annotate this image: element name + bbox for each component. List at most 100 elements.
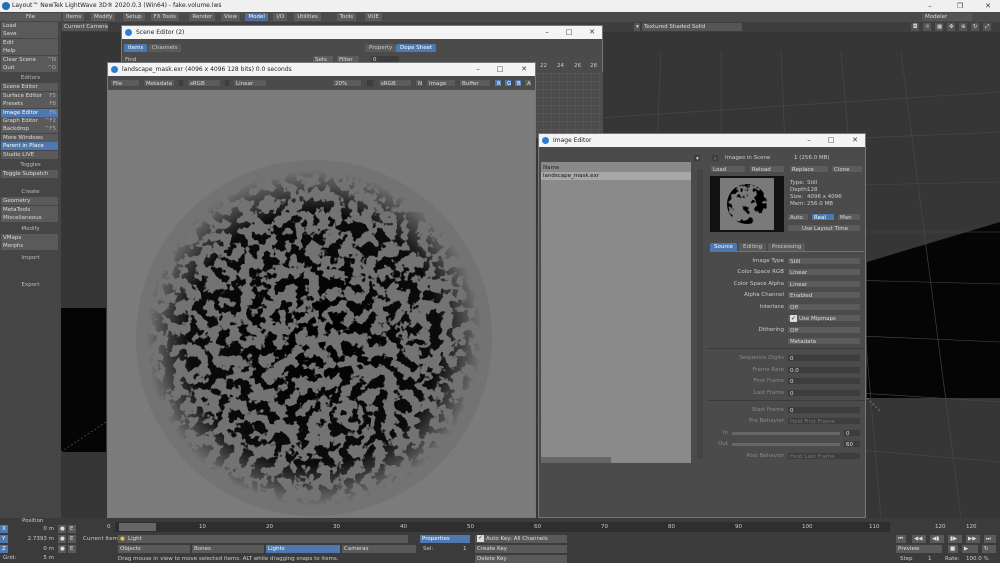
timeline-scrubber[interactable] xyxy=(119,523,156,531)
in-field[interactable]: 0 xyxy=(843,429,861,437)
left-btn-presets[interactable]: Presets F8 xyxy=(1,100,58,109)
camera-view-icon[interactable]: ◘ xyxy=(911,23,919,31)
left-btn-miscellaneous[interactable]: Miscellaneous xyxy=(1,214,58,223)
image-viewer-minimize-icon[interactable]: – xyxy=(468,63,488,75)
list-expand-icon[interactable]: ▾ xyxy=(693,154,701,162)
properties-button[interactable]: Properties xyxy=(420,535,470,543)
grid-view-icon[interactable]: ▦ xyxy=(935,23,943,31)
timeline[interactable] xyxy=(115,522,890,532)
left-btn-image-editor[interactable]: Image Editor F6 xyxy=(1,108,58,117)
x-value[interactable]: 0 m xyxy=(30,525,54,533)
timeline-end-field[interactable]: 120 xyxy=(966,523,977,531)
camera-dropdown[interactable]: Current Camera xyxy=(62,23,108,31)
menu-tab-setup[interactable]: Setup xyxy=(122,13,145,21)
z-lock-icon[interactable]: ● xyxy=(58,545,66,553)
x-envelope-button[interactable]: E xyxy=(68,525,76,533)
left-btn-quit[interactable]: Quit ^Q xyxy=(1,64,58,72)
loop-icon[interactable]: ↻ xyxy=(982,545,996,553)
first-frame-field[interactable]: 0 xyxy=(787,377,861,385)
light-view-icon[interactable]: ☼ xyxy=(923,23,931,31)
viewer-image-dropdown[interactable]: Image xyxy=(426,79,456,87)
tab-processing[interactable]: Processing xyxy=(768,243,806,251)
viewer-display-space-dropdown[interactable]: sRGB xyxy=(378,79,412,87)
scene-editor-maximize-icon[interactable]: □ xyxy=(559,26,579,38)
man-button[interactable]: Man xyxy=(837,213,861,221)
z-envelope-button[interactable]: E xyxy=(68,545,76,553)
goto-end-icon[interactable]: ⏭ xyxy=(984,535,996,543)
objects-button[interactable]: Objects xyxy=(118,545,190,553)
viewer-r-channel-button[interactable]: R xyxy=(494,79,502,87)
left-btn-help[interactable]: Help xyxy=(1,47,58,56)
y-envelope-button[interactable]: E xyxy=(68,535,76,543)
menu-tab-items[interactable]: Items xyxy=(63,13,85,21)
menu-tab-i-o[interactable]: I/O xyxy=(273,13,288,21)
bones-button[interactable]: Bones xyxy=(192,545,264,553)
left-btn-more-windows[interactable]: More Windows xyxy=(1,133,58,142)
interlace-dropdown[interactable]: Off xyxy=(787,303,861,311)
viewer-n-button[interactable]: N xyxy=(415,79,423,87)
left-btn-graph-editor[interactable]: Graph Editor ^F2 xyxy=(1,117,58,125)
frame-rate-field[interactable]: 0.0 xyxy=(787,366,861,374)
menu-tab-view[interactable]: View xyxy=(221,13,241,21)
color-space-rgb-dropdown[interactable]: Linear xyxy=(787,268,861,276)
image-list[interactable]: Name landscape_mask.exr xyxy=(541,152,691,463)
create-key-button[interactable]: Create Key xyxy=(475,545,567,553)
use-layout-time-button[interactable]: Use Layout Time xyxy=(787,224,861,232)
x-lock-icon[interactable]: ● xyxy=(58,525,66,533)
step-forward-icon[interactable]: ▶▶ xyxy=(966,535,980,543)
post-behavior-dropdown[interactable]: Hold Last Frame xyxy=(787,452,861,460)
x-axis-button[interactable]: X xyxy=(0,525,8,533)
image-type-dropdown[interactable]: Still xyxy=(787,257,861,265)
tab-items[interactable]: Items xyxy=(124,44,148,52)
out-field[interactable]: 60 xyxy=(843,440,861,448)
step-back-icon[interactable]: ◀◀ xyxy=(912,535,926,543)
viewer-a-channel-button[interactable]: A xyxy=(524,79,532,87)
scene-editor-titlebar[interactable]: Scene Editor (2) – □ ✕ xyxy=(122,26,602,39)
viewer-page-icon[interactable] xyxy=(224,79,230,87)
replace-button[interactable]: Replace xyxy=(789,165,829,173)
clone-dropdown[interactable]: Clone xyxy=(831,165,863,173)
play-icon[interactable]: ▶ xyxy=(962,545,978,553)
goto-start-icon[interactable]: ⏮ xyxy=(896,535,906,543)
last-frame-field[interactable]: 0 xyxy=(787,389,861,397)
left-btn-parent-in-place[interactable]: Parent in Place xyxy=(1,142,58,151)
left-btn-metatools[interactable]: MetaTools xyxy=(1,205,58,214)
image-viewer-titlebar[interactable]: landscape_mask.exr (4096 x 4096 128 bits… xyxy=(108,63,535,76)
menu-tab-fx-tools[interactable]: FX Tools xyxy=(150,13,179,21)
render-mode-dropdown[interactable]: Textured Shaded Solid xyxy=(642,23,742,31)
dithering-dropdown[interactable]: Off xyxy=(787,326,861,334)
minimize-icon[interactable]: – xyxy=(920,0,940,12)
image-list-scrollbar[interactable] xyxy=(541,457,611,463)
y-lock-icon[interactable]: ● xyxy=(58,535,66,543)
menu-tab-model[interactable]: Model xyxy=(245,13,268,21)
z-value[interactable]: 0 m xyxy=(30,545,54,553)
play-forward-icon[interactable]: ▮▶ xyxy=(948,535,962,543)
image-editor-close-icon[interactable]: ✕ xyxy=(845,134,865,146)
metadata-button[interactable]: Metadata xyxy=(787,337,861,345)
out-slider[interactable] xyxy=(732,443,840,446)
play-back-icon[interactable]: ◀▮ xyxy=(930,535,944,543)
menu-tab-render[interactable]: Render xyxy=(189,13,215,21)
in-slider[interactable] xyxy=(732,432,840,435)
viewer-colorspace-dropdown[interactable]: sRGB xyxy=(187,79,221,87)
viewer-buffer-dropdown[interactable]: Buffer xyxy=(459,79,491,87)
stop-icon[interactable]: ■ xyxy=(948,545,958,553)
viewer-display-icon[interactable] xyxy=(366,79,374,87)
pre-behavior-dropdown[interactable]: Hold First Frame xyxy=(787,417,861,425)
rotate-view-icon[interactable]: ↻ xyxy=(971,23,979,31)
zoom-view-icon[interactable]: ⊕ xyxy=(959,23,967,31)
lights-button[interactable]: Lights xyxy=(266,545,340,553)
viewer-linear-dropdown[interactable]: Linear xyxy=(233,79,267,87)
image-viewer-close-icon[interactable]: ✕ xyxy=(514,63,534,75)
file-header[interactable]: File xyxy=(0,13,61,21)
y-axis-button[interactable]: Y xyxy=(0,535,8,543)
auto-button[interactable]: Auto xyxy=(787,213,809,221)
image-editor-minimize-icon[interactable]: – xyxy=(799,134,819,146)
alpha-channel-dropdown[interactable]: Enabled xyxy=(787,291,861,299)
tab-dope-sheet[interactable]: Dope Sheet xyxy=(396,44,437,52)
left-btn-scene-editor[interactable]: Scene Editor xyxy=(1,83,58,92)
left-btn-clear-scene[interactable]: Clear Scene ^N xyxy=(1,55,58,64)
left-btn-toggle-subpatch[interactable]: Toggle Subpatch xyxy=(1,170,58,178)
image-list-item[interactable]: landscape_mask.exr xyxy=(543,172,599,180)
scene-editor-close-icon[interactable]: ✕ xyxy=(582,26,602,38)
